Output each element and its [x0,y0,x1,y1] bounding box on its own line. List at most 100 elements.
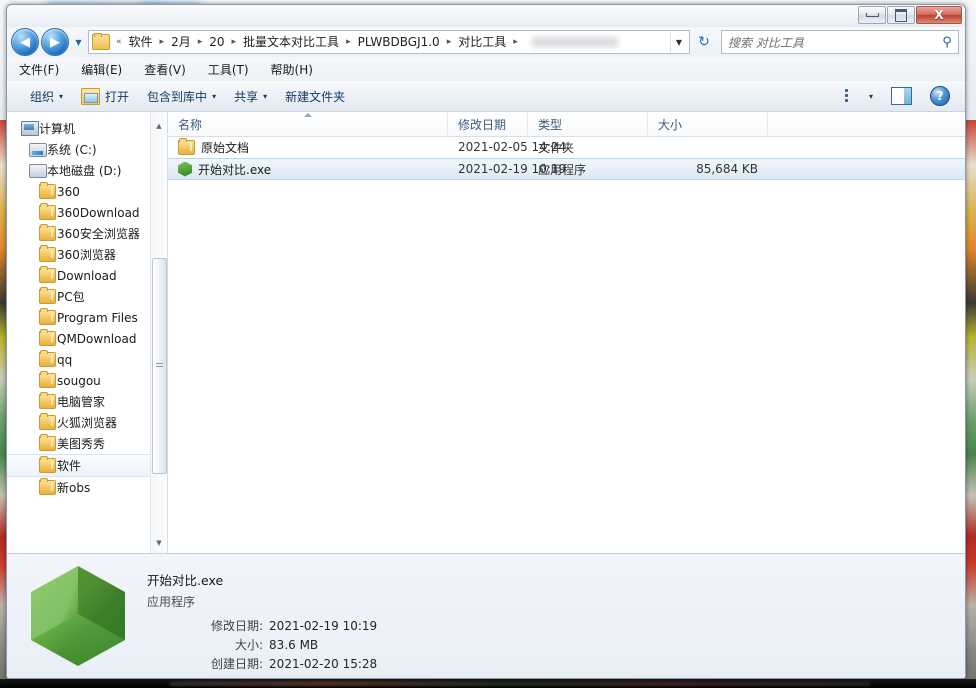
address-bar-row: ◀ ▶ ▼ « 软件 ▸ 2月 ▸ 20 ▸ 批量文本对比工具 ▸ PLWBDB… [7,27,965,57]
menu-bar: 文件(F) 编辑(E) 查看(V) 工具(T) 帮助(H) [7,57,965,81]
help-button[interactable]: ? [921,83,959,109]
folder-icon [39,350,57,367]
breadcrumb-item-4[interactable]: PLWBDBGJ1.0 [355,33,443,52]
open-label: 打开 [105,89,130,104]
back-button[interactable]: ◀ [11,28,39,56]
file-name-label: 开始对比.exe [198,162,272,177]
table-row[interactable]: 原始文档 2021-02-05 14:24 文件夹 [168,136,965,158]
sidebar-item-13[interactable]: 电脑管家 [7,391,151,412]
breadcrumb-overflow-icon[interactable]: « [112,33,126,52]
address-bar[interactable]: « 软件 ▸ 2月 ▸ 20 ▸ 批量文本对比工具 ▸ PLWBDBGJ1.0 … [88,30,690,54]
details-field-label: 大小: [235,638,264,652]
chevron-down-icon: ▾ [868,91,873,101]
list-view-icon [844,88,864,104]
search-input[interactable]: 搜索 对比工具 [728,34,938,51]
recent-locations-button[interactable]: ▼ [72,29,85,55]
sidebar-item-14[interactable]: 火狐浏览器 [7,412,151,433]
menu-item-file[interactable]: 文件(F) [17,59,61,80]
scrollbar-thumb[interactable] [152,258,167,474]
sidebar-item-6[interactable]: 360浏览器 [7,244,151,265]
maximize-button[interactable] [887,6,915,24]
sidebar-item-15[interactable]: 美图秀秀 [7,433,151,454]
breadcrumb-chevron-1[interactable]: ▸ [194,33,207,52]
column-header-0[interactable]: 名称 [168,112,448,136]
share-button[interactable]: 共享 ▾ [225,85,276,108]
scroll-down-button[interactable]: ▼ [151,535,167,551]
close-button[interactable]: X [916,6,962,24]
menu-item-tools[interactable]: 工具(T) [206,59,251,80]
breadcrumb-item-3[interactable]: 批量文本对比工具 [240,33,342,52]
navigation-pane: 计算机 系统 (C:) 本地磁盘 (D:) 360 360Download 360安全浏览… [7,112,168,553]
maximize-icon [895,8,907,22]
folder-icon [178,137,195,155]
column-header-2[interactable]: 类型 [528,112,648,136]
sidebar-item-2[interactable]: 本地磁盘 (D:) [7,160,151,181]
sidebar-item-10[interactable]: QMDownload [7,328,151,349]
file-name-cell[interactable]: 开始对比.exe [168,161,448,178]
change-view-button[interactable]: ▾ [835,85,882,107]
column-headers: 名称 修改日期 类型 大小 [168,112,965,137]
sidebar-item-7[interactable]: Download [7,265,151,286]
navigation-scrollbar[interactable]: ▲ ▼ [150,112,167,553]
column-header-3[interactable]: 大小 [648,112,768,136]
details-file-type: 应用程序 [147,595,196,609]
menu-item-edit[interactable]: 编辑(E) [79,59,124,80]
forward-button[interactable]: ▶ [41,28,69,56]
folder-icon [39,182,57,199]
breadcrumb-item-1[interactable]: 2月 [168,33,194,52]
sidebar-item-5[interactable]: 360安全浏览器 [7,223,151,244]
column-header-label: 类型 [538,117,563,132]
share-label: 共享 [234,89,259,104]
breadcrumb-item-2[interactable]: 20 [206,33,227,52]
breadcrumb-chevron-5[interactable]: ▸ [509,33,522,52]
new-folder-button[interactable]: 新建文件夹 [276,85,354,108]
sidebar-item-16[interactable]: 软件 [7,454,151,477]
breadcrumb-chevron-0[interactable]: ▸ [156,33,169,52]
column-header-label: 大小 [658,117,683,132]
folder-icon [39,329,57,346]
include-in-library-label: 包含到库中 [147,89,208,104]
breadcrumb-item-0[interactable]: 软件 [126,33,156,52]
sidebar-item-1[interactable]: 系统 (C:) [7,139,151,160]
sidebar-item-4[interactable]: 360Download [7,202,151,223]
sidebar-item-8[interactable]: PC包 [7,286,151,307]
search-box[interactable]: 搜索 对比工具 ⚲ [721,30,959,54]
details-row-2: 创建日期: 2021-02-20 15:28 [211,654,377,673]
preview-pane-button[interactable] [882,84,921,108]
open-button[interactable]: 打开 [72,85,138,108]
folder-icon [39,266,57,283]
sidebar-item-label: 360Download [57,205,140,220]
sidebar-item-0[interactable]: 计算机 [7,118,151,139]
sidebar-item-17[interactable]: 新obs [7,477,151,498]
folder-icon [39,287,57,304]
file-type-cell: 应用程序 [538,162,587,177]
breadcrumb-chevron-3[interactable]: ▸ [342,33,355,52]
table-row[interactable]: 开始对比.exe 2021-02-19 10:19 应用程序 85,684 KB [168,158,965,180]
system-drive-icon [29,142,47,157]
forward-arrow-icon: ▶ [50,34,60,50]
file-name-cell[interactable]: 原始文档 [168,137,448,156]
sidebar-item-12[interactable]: sougou [7,370,151,391]
sidebar-item-9[interactable]: Program Files [7,307,151,328]
breadcrumb-chevron-4[interactable]: ▸ [443,33,456,52]
column-header-1[interactable]: 修改日期 [448,112,528,136]
breadcrumb-item-5[interactable]: 对比工具 [455,33,509,52]
address-dropdown-button[interactable]: ▼ [670,32,687,52]
folder-icon [39,224,57,241]
organize-button[interactable]: 组织 ▾ [21,85,72,108]
menu-item-view[interactable]: 查看(V) [142,59,188,80]
folder-icon [92,33,110,50]
refresh-button[interactable]: ↻ [693,31,715,53]
green-hexagon-app-icon [31,566,125,666]
minimize-button[interactable] [858,6,886,24]
sidebar-item-11[interactable]: qq [7,349,151,370]
include-in-library-button[interactable]: 包含到库中 ▾ [138,85,225,108]
title-bar[interactable]: X [7,5,965,27]
details-text: 开始对比.exe 应用程序 修改日期: 2021-02-19 10:19 大小: 83… [147,566,377,673]
sidebar-item-3[interactable]: 360 [7,181,151,202]
taskbar-items-strip[interactable] [170,681,870,686]
scroll-up-button[interactable]: ▲ [151,118,167,134]
breadcrumb-chevron-2[interactable]: ▸ [228,33,241,52]
folder-icon [39,371,57,388]
menu-item-help[interactable]: 帮助(H) [269,59,315,80]
